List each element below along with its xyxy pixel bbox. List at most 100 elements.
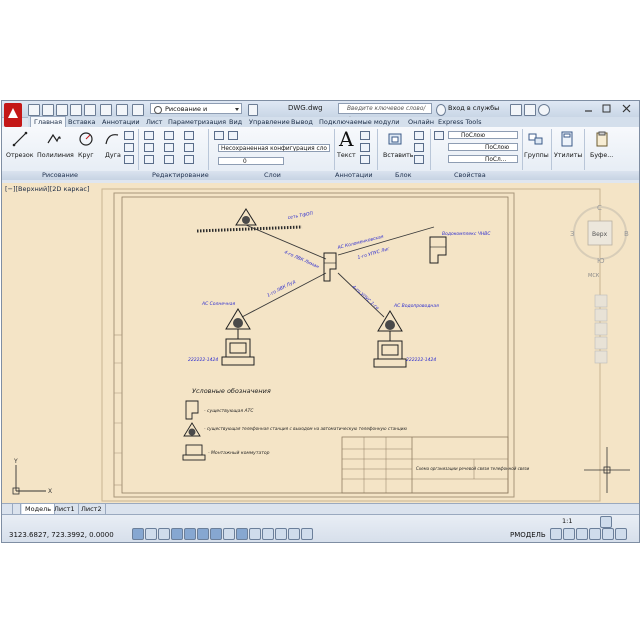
hatch-icon[interactable] [124, 143, 134, 152]
block-attributes-icon[interactable] [414, 155, 424, 164]
layer-state-combo[interactable]: Несохраненная конфигурация сло [218, 144, 330, 152]
tab-online[interactable]: Онлайн [408, 117, 434, 127]
zoom-icon[interactable] [594, 322, 608, 336]
dyn-toggle[interactable] [249, 528, 261, 540]
tab-sheet2[interactable]: Лист2 [78, 504, 106, 514]
quick-properties-toggle[interactable] [288, 528, 300, 540]
osnap-toggle[interactable] [197, 528, 209, 540]
panel-title-modify[interactable]: Редактирование [152, 171, 209, 180]
redo-icon[interactable] [116, 104, 128, 116]
drawing-canvas[interactable]: [−][Верхний][2D каркас] сеть ТфОП 4-го Л… [2, 183, 639, 503]
hardware-acceleration-icon[interactable] [600, 516, 612, 528]
viewcube-south[interactable]: Ю [597, 257, 605, 265]
login-button[interactable]: Вход в службы [448, 104, 499, 112]
new-icon[interactable] [28, 104, 40, 116]
grid-toggle[interactable] [158, 528, 170, 540]
clipboard-icon[interactable] [594, 131, 610, 147]
ortho-toggle[interactable] [171, 528, 183, 540]
polyline-icon[interactable] [46, 131, 62, 147]
table-icon[interactable] [360, 155, 370, 164]
zoom-status-icon[interactable] [563, 528, 575, 540]
viewcube-north[interactable]: С [597, 204, 602, 212]
arc-icon[interactable] [104, 131, 120, 147]
copy-icon[interactable] [144, 143, 154, 152]
help-icon[interactable] [538, 104, 550, 116]
otrack-toggle[interactable] [223, 528, 235, 540]
panel-title-draw[interactable]: Рисование [42, 171, 78, 180]
close-icon[interactable] [622, 104, 631, 113]
edit-block-icon[interactable] [414, 143, 424, 152]
calculator-icon[interactable] [559, 131, 575, 147]
ducs-toggle[interactable] [236, 528, 248, 540]
undo-icon[interactable] [100, 104, 112, 116]
tab-express-tools[interactable]: Express Tools [438, 117, 481, 127]
groups-icon[interactable] [528, 131, 544, 147]
trim-icon[interactable] [184, 131, 194, 140]
wcs-menu[interactable]: МСК [588, 273, 600, 279]
rotate-icon[interactable] [164, 131, 174, 140]
clipboard-label[interactable]: Буфе... [590, 152, 613, 159]
dimension-icon[interactable] [360, 131, 370, 140]
open-icon[interactable] [42, 104, 54, 116]
navigation-bar[interactable] [594, 294, 608, 364]
viewcube-top-face[interactable]: Верх [592, 231, 608, 238]
workspace-switch-icon[interactable] [589, 528, 601, 540]
selection-cycling-toggle[interactable] [301, 528, 313, 540]
showmotion-icon[interactable] [594, 350, 608, 364]
layer-properties-icon[interactable] [214, 131, 224, 140]
clean-screen-icon[interactable] [615, 528, 627, 540]
leader-icon[interactable] [360, 143, 370, 152]
transparency-toggle[interactable] [275, 528, 287, 540]
star-icon[interactable] [524, 104, 536, 116]
first-tab-arrow-icon[interactable] [6, 504, 13, 514]
move-icon[interactable] [144, 131, 154, 140]
lock-icon[interactable] [602, 528, 614, 540]
quick-access-menu-icon[interactable] [248, 104, 258, 116]
groups-label[interactable]: Группы [524, 152, 549, 159]
panel-title-block[interactable]: Блок [395, 171, 412, 180]
tab-manage[interactable]: Управление [249, 117, 290, 127]
workspace-select[interactable]: Рисование и аннотации [150, 103, 242, 124]
tab-view[interactable]: Вид [229, 117, 242, 127]
search-input[interactable]: Введите ключевое слово/фразу [338, 103, 432, 123]
color-combo[interactable]: ПоСлою [448, 131, 518, 139]
linetype-combo[interactable]: ПоСлою [448, 143, 518, 151]
infer-constraints-toggle[interactable] [132, 528, 144, 540]
search-icon[interactable] [436, 104, 446, 116]
save-icon[interactable] [56, 104, 68, 116]
3d-osnap-toggle[interactable] [210, 528, 222, 540]
utilities-label[interactable]: Утилиты [554, 152, 582, 159]
exchange-icon[interactable] [510, 104, 522, 116]
tab-layout[interactable]: Лист [146, 117, 162, 127]
circle-icon[interactable] [78, 131, 94, 147]
model-space-button[interactable]: РМОДЕЛЬ [510, 531, 546, 539]
prev-tab-arrow-icon[interactable] [14, 504, 21, 514]
array-icon[interactable] [184, 155, 194, 164]
rectangle-icon[interactable] [124, 131, 134, 140]
save-as-icon[interactable] [70, 104, 82, 116]
fillet-icon[interactable] [184, 143, 194, 152]
scale-icon[interactable] [164, 155, 174, 164]
gradient-icon[interactable] [124, 155, 134, 164]
text-icon[interactable]: A [339, 127, 353, 151]
tab-output[interactable]: Вывод [291, 117, 313, 127]
tab-insert[interactable]: Вставка [68, 117, 96, 127]
print-icon[interactable] [84, 104, 96, 116]
minimize-icon[interactable] [584, 104, 593, 113]
polar-toggle[interactable] [184, 528, 196, 540]
text-label[interactable]: Текст [337, 152, 356, 159]
panel-title-layers[interactable]: Слои [264, 171, 281, 180]
maximize-icon[interactable] [602, 104, 611, 113]
layer-state-icon[interactable] [228, 131, 238, 140]
stretch-icon[interactable] [144, 155, 154, 164]
line-icon[interactable] [12, 131, 28, 147]
annotation-scale[interactable]: 1:1 [562, 517, 572, 525]
tab-sheet1[interactable]: Лист1 [51, 504, 79, 514]
panel-title-annotation[interactable]: Аннотации [335, 171, 373, 180]
create-block-icon[interactable] [414, 131, 424, 140]
orbit-icon[interactable] [594, 336, 608, 350]
tab-annotate[interactable]: Аннотации [102, 117, 140, 127]
match-properties-icon[interactable] [434, 131, 444, 140]
pan-status-icon[interactable] [550, 528, 562, 540]
tab-parametric[interactable]: Параметризация [168, 117, 226, 127]
